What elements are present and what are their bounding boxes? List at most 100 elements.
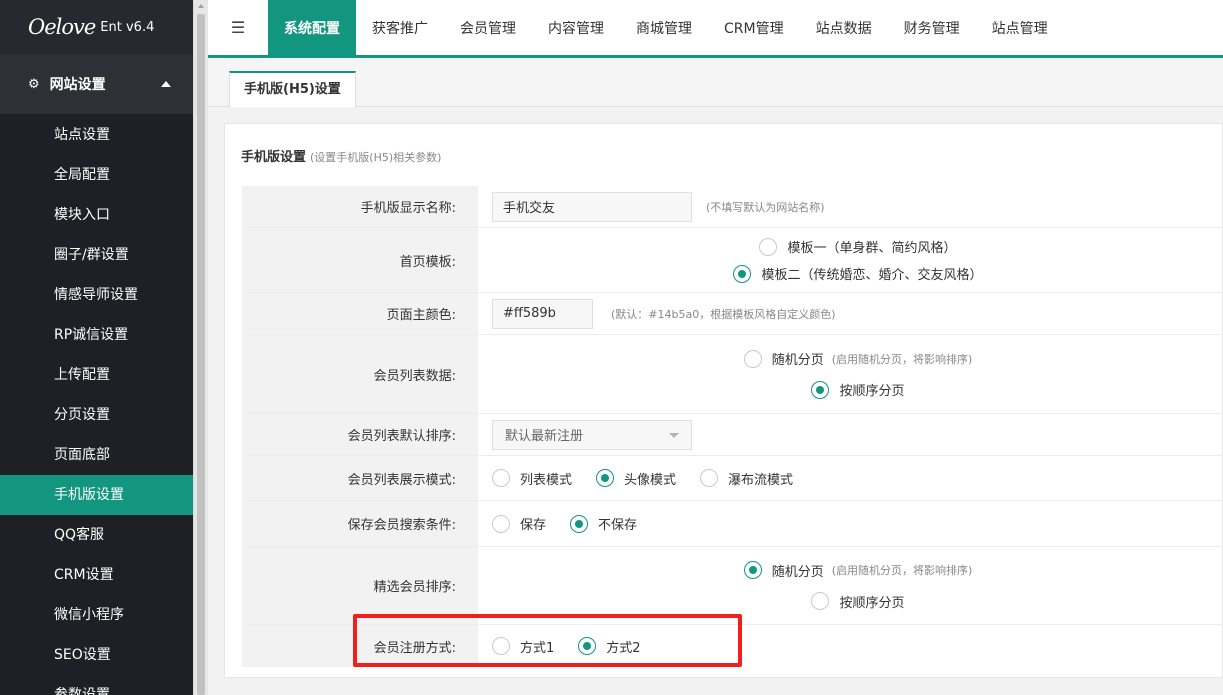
radio-label: 模板二（传统婚恋、婚介、交友风格）	[761, 268, 983, 283]
sidebar-item-qq-service[interactable]: QQ客服	[0, 515, 193, 555]
field-label: 保存会员搜索条件:	[242, 501, 478, 546]
mode-list-option[interactable]: 列表模式	[492, 469, 572, 488]
radio-circle-icon	[578, 637, 597, 655]
display-name-hint: (不填写默认为网站名称)	[706, 200, 825, 214]
featured-sort-hint: (启用随机分页，将影响排序)	[831, 564, 973, 577]
register-method-2-option[interactable]: 方式2	[578, 637, 641, 656]
save-search-no-option[interactable]: 不保存	[570, 514, 637, 533]
member-list-random-option[interactable]: 随机分页	[743, 349, 824, 368]
tab-member-management[interactable]: 会员管理	[444, 0, 532, 55]
sidebar-item-page-footer[interactable]: 页面底部	[0, 435, 193, 475]
radio-circle-icon	[733, 264, 752, 283]
tab-mobile-h5-settings[interactable]: 手机版(H5)设置	[229, 71, 356, 107]
radio-label: 按顺序分页	[839, 595, 905, 611]
sidebar-item-wechat-miniprogram[interactable]: 微信小程序	[0, 595, 193, 635]
settings-form: 手机版显示名称: (不填写默认为网站名称) 首页模板: 模板一（单身群、简约风格…	[242, 186, 1223, 667]
sidebar-item-upload-config[interactable]: 上传配置	[0, 355, 193, 395]
home-template-option-1[interactable]: 模板一（单身群、简约风格）	[759, 237, 957, 256]
tab-system-config[interactable]: 系统配置	[268, 0, 356, 55]
tab-crm-management[interactable]: CRM管理	[708, 0, 800, 55]
sidebar-item-global-config[interactable]: 全局配置	[0, 155, 193, 195]
mode-avatar-option[interactable]: 头像模式	[596, 469, 676, 488]
radio-label: 方式1	[520, 640, 555, 656]
form-row-member-list-mode: 会员列表展示模式: 列表模式 头像模式 瀑布流模式	[242, 456, 1223, 501]
panel-title: 手机版设置 (设置手机版(H5)相关参数)	[241, 146, 441, 165]
form-row-register-method: 会员注册方式: 方式1 方式2	[242, 625, 1223, 667]
sidebar-item-param-settings[interactable]: 参数设置	[0, 675, 193, 695]
sidebar-group-website-settings[interactable]: ⚙ 网站设置	[0, 54, 193, 115]
sidebar-sub-list: 站点设置 全局配置 模块入口 圈子/群设置 情感导师设置 RP诚信设置 上传配置…	[0, 115, 193, 695]
featured-random-option[interactable]: 随机分页	[743, 561, 824, 580]
field-label: 会员列表展示模式:	[242, 456, 478, 500]
menu-toggle-icon[interactable]: ☰	[208, 0, 268, 55]
main-color-input[interactable]	[492, 298, 593, 329]
sidebar-item-seo-settings[interactable]: SEO设置	[0, 635, 193, 675]
radio-label: 方式2	[606, 640, 641, 656]
radio-label: 按顺序分页	[839, 384, 905, 399]
radio-circle-icon	[492, 637, 510, 655]
app-logo[interactable]: Oelove Ent v6.4	[0, 0, 193, 54]
field-label: 会员列表默认排序:	[242, 414, 478, 455]
tab-customer-acquisition[interactable]: 获客推广	[356, 0, 444, 55]
panel-title-text: 手机版设置	[241, 150, 307, 165]
form-row-featured-sort: 精选会员排序: 随机分页 (启用随机分页，将影响排序) 按顺序分页	[242, 547, 1223, 625]
display-name-input[interactable]	[492, 191, 692, 222]
sub-tab-bar: 手机版(H5)设置	[208, 61, 1223, 107]
field-label: 会员注册方式:	[242, 625, 478, 667]
field-label: 页面主颜色:	[242, 293, 478, 334]
sidebar-item-site-settings[interactable]: 站点设置	[0, 115, 193, 155]
radio-circle-icon	[492, 514, 510, 533]
radio-circle-icon	[743, 349, 762, 368]
sidebar-item-circle-settings[interactable]: 圈子/群设置	[0, 235, 193, 275]
radio-label: 瀑布流模式	[728, 472, 794, 488]
radio-circle-icon	[759, 237, 778, 256]
radio-label: 保存	[520, 518, 547, 533]
radio-circle-icon	[492, 469, 510, 487]
tab-content-management[interactable]: 内容管理	[532, 0, 620, 55]
sidebar-item-crm-settings[interactable]: CRM设置	[0, 555, 193, 595]
form-row-member-list-data: 会员列表数据: 随机分页 (启用随机分页，将影响排序) 按顺序分页	[242, 335, 1223, 414]
top-nav: ☰ 系统配置 获客推广 会员管理 内容管理 商城管理 CRM管理 站点数据 财务…	[208, 0, 1223, 58]
radio-circle-icon	[570, 514, 589, 533]
radio-circle-icon	[596, 469, 615, 487]
radio-label: 头像模式	[624, 472, 677, 488]
member-list-sequential-option[interactable]: 按顺序分页	[811, 380, 905, 399]
sidebar-item-module-entry[interactable]: 模块入口	[0, 195, 193, 235]
tab-finance-management[interactable]: 财务管理	[888, 0, 976, 55]
radio-circle-icon	[743, 561, 762, 579]
sidebar-item-rp-settings[interactable]: RP诚信设置	[0, 315, 193, 355]
logo-script: Oelove	[28, 15, 96, 39]
save-search-yes-option[interactable]: 保存	[492, 514, 546, 533]
settings-panel: 手机版设置(设置手机版(H5)相关参数) 手机版显示名称: (不填写默认为网站名…	[224, 123, 1223, 678]
panel-subtitle: (设置手机版(H5)相关参数)	[310, 151, 442, 164]
member-list-data-hint: (启用随机分页，将影响排序)	[831, 352, 973, 366]
sidebar-item-mobile-settings[interactable]: 手机版设置	[0, 475, 193, 515]
form-row-main-color: 页面主颜色: (默认：#14b5a0，根据模板风格自定义颜色)	[242, 293, 1223, 335]
tab-site-management[interactable]: 站点管理	[976, 0, 1064, 55]
tab-site-data[interactable]: 站点数据	[800, 0, 888, 55]
form-row-member-list-sort: 会员列表默认排序: 默认最新注册	[242, 414, 1223, 456]
sidebar-scrollbar[interactable]	[193, 0, 208, 695]
register-method-1-option[interactable]: 方式1	[492, 637, 554, 656]
scroll-up-arrow-icon[interactable]	[198, 4, 204, 8]
chevron-down-icon	[669, 432, 679, 438]
radio-label: 不保存	[598, 518, 638, 533]
radio-circle-icon	[811, 592, 830, 610]
mode-waterfall-option[interactable]: 瀑布流模式	[700, 469, 793, 488]
home-template-option-2[interactable]: 模板二（传统婚恋、婚介、交友风格）	[733, 264, 983, 283]
scrollbar-thumb[interactable]	[197, 14, 205, 695]
sidebar: Oelove Ent v6.4 ⚙ 网站设置 站点设置 全局配置 模块入口 圈子…	[0, 0, 193, 695]
field-label: 精选会员排序:	[242, 547, 478, 624]
member-list-sort-select[interactable]: 默认最新注册	[492, 419, 692, 450]
gear-icon: ⚙	[28, 76, 40, 92]
app-version: Ent v6.4	[100, 19, 155, 35]
featured-sequential-option[interactable]: 按顺序分页	[811, 592, 905, 611]
radio-label: 随机分页	[771, 353, 824, 368]
sidebar-item-pagination[interactable]: 分页设置	[0, 395, 193, 435]
sidebar-item-mentor-settings[interactable]: 情感导师设置	[0, 275, 193, 315]
main-color-hint: (默认：#14b5a0，根据模板风格自定义颜色)	[611, 307, 836, 321]
radio-circle-icon	[811, 380, 830, 399]
tab-shop-management[interactable]: 商城管理	[620, 0, 708, 55]
field-label: 会员列表数据:	[242, 335, 478, 413]
radio-label: 列表模式	[520, 472, 573, 488]
